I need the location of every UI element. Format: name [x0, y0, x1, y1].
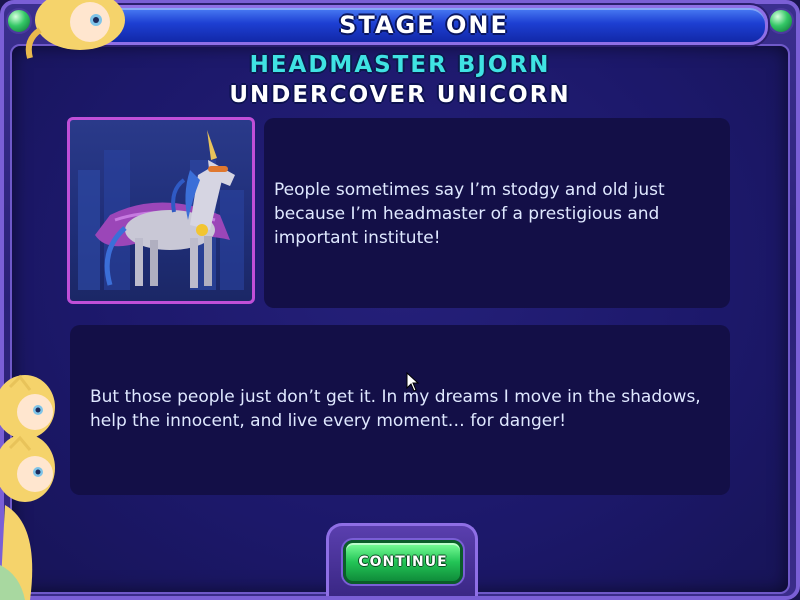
green-orb-icon	[768, 8, 794, 34]
star-butterfly-avatar-icon	[0, 505, 33, 600]
mouse-cursor-icon	[406, 372, 420, 392]
dialogue-box-top: People sometimes say I’m stodgy and old …	[264, 118, 730, 308]
star-butterfly-avatar-icon	[25, 0, 125, 59]
continue-button-label: CONTINUE	[358, 554, 448, 570]
dialogue-text-1: People sometimes say I’m stodgy and old …	[274, 180, 665, 248]
stage-title-bar: Stage One	[80, 5, 768, 45]
continue-button[interactable]: CONTINUE	[343, 540, 463, 584]
star-butterfly-avatar-icon	[0, 434, 55, 502]
character-portrait	[67, 117, 255, 304]
unicorn-portrait-icon	[78, 130, 244, 290]
dialogue-text-2: But those people just don’t get it. In m…	[90, 387, 701, 431]
dialogue-box-bottom: But those people just don’t get it. In m…	[70, 325, 730, 495]
stage-title: Stage One	[339, 11, 509, 39]
character-alias: Undercover Unicorn	[229, 82, 571, 108]
